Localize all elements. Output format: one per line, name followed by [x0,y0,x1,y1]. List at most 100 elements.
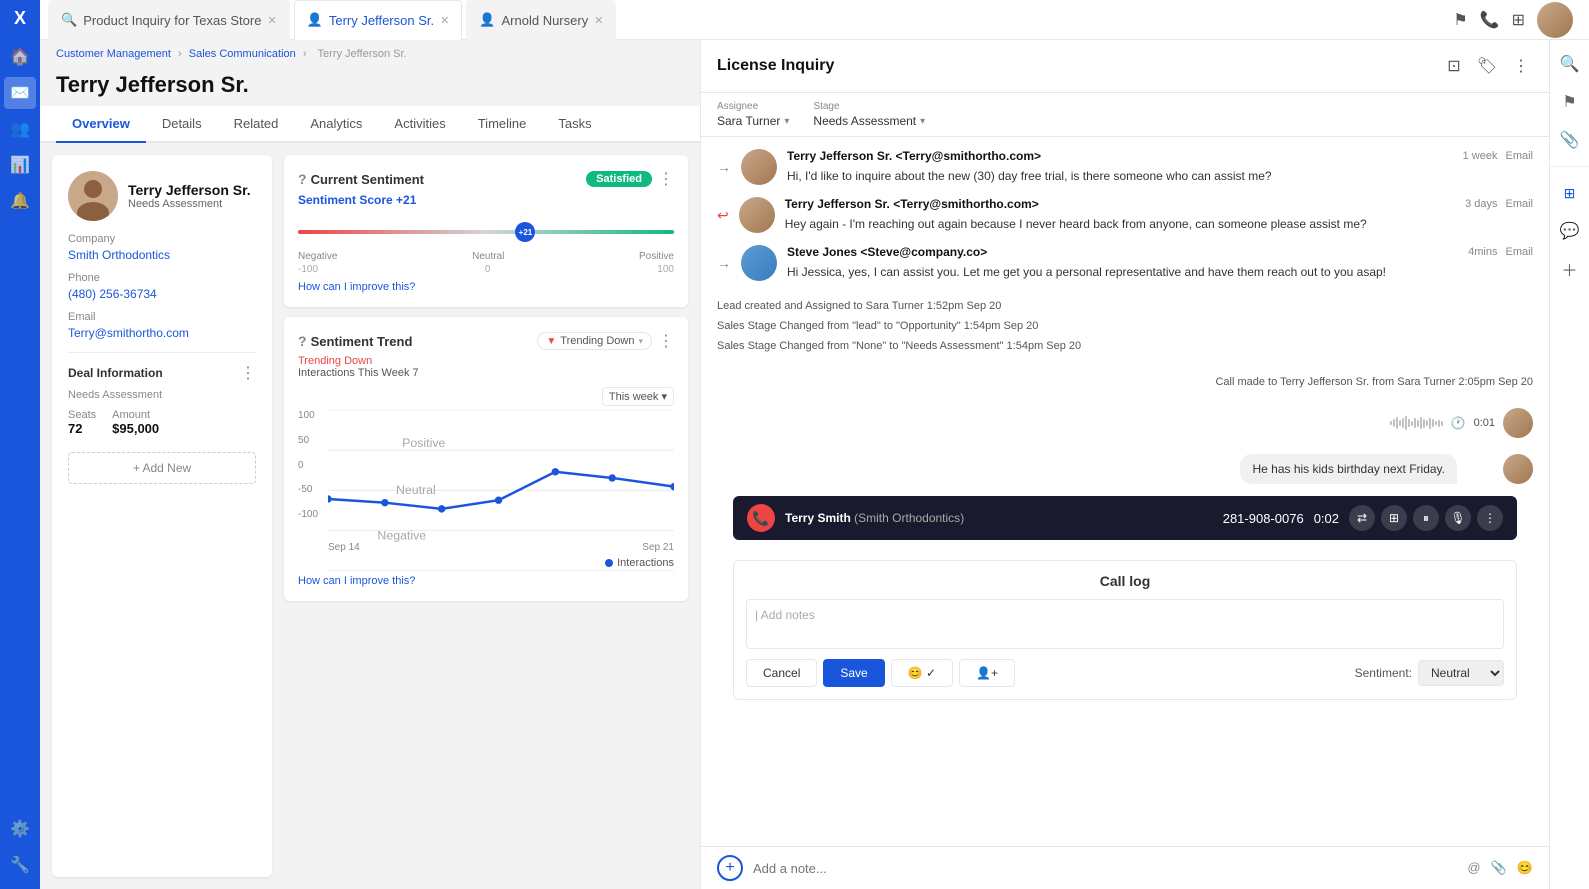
add-new-button[interactable]: + Add New [68,452,256,484]
flag-icon[interactable]: ⚑ [1554,86,1586,118]
tab-details[interactable]: Details [146,106,218,143]
chart-period-selector[interactable]: This week ▾ [602,387,674,406]
flag-icon[interactable]: ⚑ [1453,10,1467,30]
sentiment-more-icon[interactable]: ⋮ [658,169,674,189]
attachment-icon[interactable]: 📎 [1491,860,1507,876]
stage-field: Stage Needs Assessment ▾ [813,101,925,128]
breadcrumb-customer-mgmt[interactable]: Customer Management [56,48,171,60]
stage-dropdown[interactable]: Needs Assessment ▾ [813,114,925,128]
improve-trend-link[interactable]: How can I improve this? [298,575,674,587]
at-icon[interactable]: @ [1467,860,1480,876]
call-log-section: Call log | Add notes Cancel Save 😊 ✓ 👤+ … [733,560,1517,700]
plus-icon[interactable]: ＋ [1554,253,1586,285]
clock-icon: 🕐 [1451,416,1466,430]
inquiry-title: License Inquiry [717,57,834,75]
msg2-time: 3 days [1465,198,1497,210]
call-mute-button[interactable]: 🎙 [1445,505,1471,531]
call-pause-button[interactable]: ⏸ [1413,505,1439,531]
chat-bubble-row: He has his kids birthday next Friday. [717,454,1533,484]
tab-analytics[interactable]: Analytics [294,106,378,143]
call-grid-button[interactable]: ⊞ [1381,505,1407,531]
cancel-button[interactable]: Cancel [746,659,817,687]
email-label: Email [68,311,256,323]
phone-link[interactable]: (480) 256-36734 [68,287,157,301]
assignee-label: Assignee [717,101,789,112]
tab-tasks[interactable]: Tasks [542,106,607,143]
emoji-icon[interactable]: 😊 [1517,860,1533,876]
chart-svg: Positive Neutral Negative [328,410,674,571]
message-item: → Terry Jefferson Sr. <Terry@smithortho.… [717,149,1533,185]
call-made-log: Call made to Terry Jefferson Sr. from Sa… [717,372,1533,392]
tab-overview[interactable]: Overview [56,106,146,143]
svg-text:Neutral: Neutral [396,483,436,497]
tab-product-inquiry[interactable]: 🔍 Product Inquiry for Texas Store ✕ [48,0,290,40]
tab-arnold-nursery[interactable]: 👤 Arnold Nursery ✕ [466,0,616,40]
add-icon-button[interactable]: 👤+ [959,659,1015,687]
contact-email-field: Email Terry@smithortho.com [68,311,256,340]
chat-icon[interactable]: 💬 [1554,215,1586,247]
emoji-button[interactable]: 😊 ✓ [891,659,953,687]
trend-more-icon[interactable]: ⋮ [658,331,674,351]
sidebar-icon-contacts[interactable]: 👥 [4,113,36,145]
note-input[interactable] [753,861,1457,876]
tab-activities[interactable]: Activities [378,106,461,143]
contact-card: Terry Jefferson Sr. Needs Assessment Com… [52,155,272,877]
company-link[interactable]: Smith Orthodontics [68,248,170,262]
tab-related[interactable]: Related [218,106,295,143]
slider-track [298,230,674,234]
email-link[interactable]: Terry@smithortho.com [68,326,189,340]
sentiment-cards: ? Current Sentiment Satisfied ⋮ Sentimen… [284,155,688,877]
seats-value: 72 [68,421,82,436]
sidebar-icon-settings[interactable]: ⚙️ [4,813,36,845]
sidebar-icon-notifications[interactable]: 🔔 [4,185,36,217]
top-tabs-bar: 🔍 Product Inquiry for Texas Store ✕ 👤 Te… [40,0,1589,40]
call-duration: 0:01 [1474,417,1495,429]
trend-badge[interactable]: ▼ Trending Down ▾ [537,332,652,350]
improve-sentiment-link[interactable]: How can I improve this? [298,281,674,293]
call-transfer-button[interactable]: ⇄ [1349,505,1375,531]
sidebar-icon-settings2[interactable]: 🔧 [4,849,36,881]
sidebar-icon-analytics[interactable]: 📊 [4,149,36,181]
search-icon[interactable]: 🔍 [1554,48,1586,80]
tab-timeline[interactable]: Timeline [462,106,543,143]
stage-label: Stage [813,101,925,112]
tab-terry-close[interactable]: ✕ [440,14,449,27]
paperclip-icon[interactable]: 📎 [1554,124,1586,156]
app-logo[interactable]: X [14,8,26,29]
sidebar-icon-messages[interactable]: ✉️ [4,77,36,109]
user-avatar[interactable] [1537,2,1573,38]
inquiry-more-button[interactable]: ⋮ [1509,52,1533,80]
msg1-time: 1 week [1463,150,1498,162]
msg1-meta: 1 week Email [1463,150,1533,162]
waveform [1390,413,1443,433]
add-note-button[interactable]: + [717,855,743,881]
grid-icon[interactable]: ⊞ [1554,177,1586,209]
phone-icon[interactable]: 📞 [1480,10,1500,30]
sentiment-label: Sentiment: [1355,666,1412,680]
call-more-button[interactable]: ⋮ [1477,505,1503,531]
save-button[interactable]: Save [823,659,884,687]
sentiment-dropdown[interactable]: Neutral Positive Negative [1418,660,1504,686]
call-log-notes[interactable]: | Add notes [746,599,1504,649]
slider-max-val: 100 [657,264,674,275]
sidebar-icon-home[interactable]: 🏠 [4,41,36,73]
contact-name: Terry Jefferson Sr. [128,182,251,198]
grid-icon[interactable]: ⊞ [1512,10,1525,30]
question-icon: ? [298,171,307,187]
current-sentiment-card: ? Current Sentiment Satisfied ⋮ Sentimen… [284,155,688,307]
inquiry-tag-button[interactable]: 🏷 [1473,52,1501,80]
deal-more-icon[interactable]: ⋮ [240,363,256,383]
stage-name: Needs Assessment [813,114,916,128]
phone-label: Phone [68,272,256,284]
call-info: Terry Smith (Smith Orthodontics) [785,511,1213,525]
tab-terry-jefferson[interactable]: 👤 Terry Jefferson Sr. ✕ [294,0,463,40]
slider-zero-val: 0 [485,264,491,275]
inquiry-scan-button[interactable]: ⊡ [1443,52,1464,80]
activity-log: Lead created and Assigned to Sara Turner… [717,293,1533,360]
tab-product-close[interactable]: ✕ [267,14,276,27]
waveform-bar [1432,419,1434,427]
slider-labels: Negative Neutral Positive [298,251,674,262]
tab-arnold-close[interactable]: ✕ [594,14,603,27]
breadcrumb-sales-comm[interactable]: Sales Communication [189,48,296,60]
assignee-dropdown[interactable]: Sara Turner ▾ [717,114,789,128]
